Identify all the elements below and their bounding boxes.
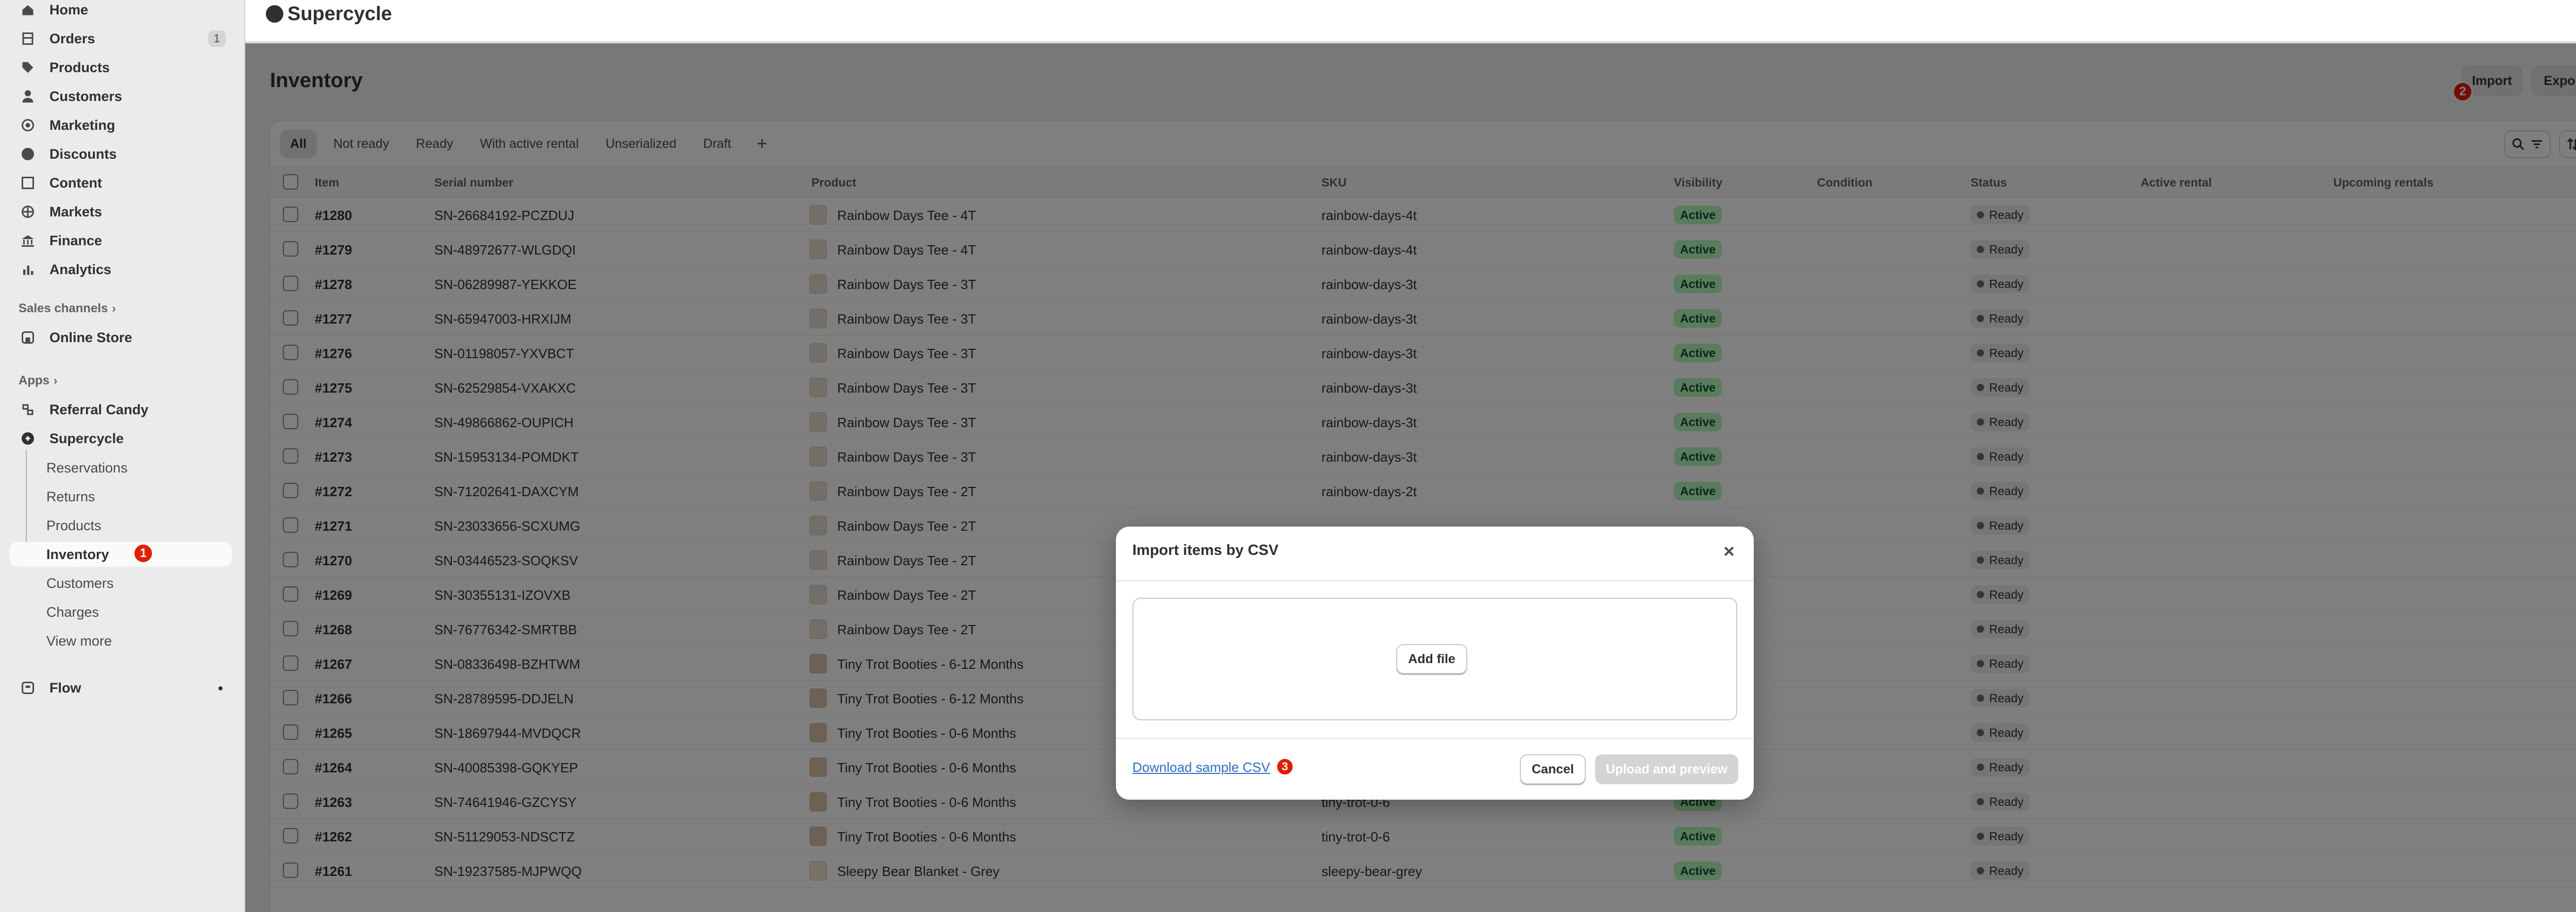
nav-item-label: Marketing xyxy=(49,117,115,133)
add-file-button[interactable]: Add file xyxy=(1396,644,1467,674)
divider xyxy=(1116,738,1754,739)
divider xyxy=(1116,580,1754,581)
nav-item-analytics[interactable]: Analytics xyxy=(9,257,232,282)
nav-item-label: Analytics xyxy=(49,261,112,277)
nav-item-label: Discounts xyxy=(49,146,117,162)
app-title: Supercycle xyxy=(287,3,392,25)
top-bar: Supercycle ••• xyxy=(245,0,2576,42)
sub-item-label: Reservations xyxy=(46,460,128,476)
nav-item-referral-candy[interactable]: Referral Candy xyxy=(9,397,232,423)
chevron-right-icon: › xyxy=(54,374,58,387)
apps-header[interactable]: Apps › xyxy=(19,374,57,388)
nav-item-online-store[interactable]: Online Store xyxy=(9,325,232,350)
close-button[interactable] xyxy=(1719,541,1739,562)
download-sample-csv-link[interactable]: Download sample CSV xyxy=(1132,759,1270,775)
upload-and-preview-button[interactable]: Upload and preview xyxy=(1595,754,1738,784)
nav-item-products[interactable]: Products xyxy=(9,55,232,80)
nav-item-label: Customers xyxy=(49,88,123,104)
nav-item-content[interactable]: Content xyxy=(9,170,232,196)
orders-icon xyxy=(18,28,38,49)
nav-item-customers[interactable]: Customers xyxy=(9,83,232,109)
bar-chart-icon xyxy=(18,259,38,280)
annotation-badge: 1 xyxy=(133,543,154,564)
home-icon xyxy=(18,0,38,20)
sub-item-label: Inventory xyxy=(46,546,109,562)
sub-item-label: Returns xyxy=(46,488,95,504)
sidebar-sub-item-view-more[interactable]: View more xyxy=(9,629,232,653)
nav-item-label: Content xyxy=(49,175,102,191)
sales-channels-label: Sales channels xyxy=(19,301,108,315)
sidebar-sub-item-customers[interactable]: Customers xyxy=(9,571,232,596)
pin-dot-icon[interactable] xyxy=(218,686,223,690)
nav-item-label: Online Store xyxy=(49,329,132,345)
nav-item-markets[interactable]: Markets xyxy=(9,199,232,225)
sidebar-sub-item-returns[interactable]: Returns xyxy=(9,484,232,509)
nav-item-label: Markets xyxy=(49,204,103,219)
import-csv-modal: Import items by CSV Add file Download sa… xyxy=(1116,527,1754,800)
sidebar-sub-item-charges[interactable]: Charges xyxy=(9,600,232,624)
target-icon xyxy=(18,115,38,136)
sidebar: Home Orders 1 Products Customers Marketing Dis… xyxy=(0,0,245,912)
chevron-right-icon: › xyxy=(112,302,116,315)
nav-item-label: Supercycle xyxy=(49,430,124,446)
nav-item-label: Referral Candy xyxy=(49,401,149,417)
content-icon xyxy=(18,173,38,193)
flow-icon xyxy=(18,678,38,698)
sidebar-sub-item-inventory[interactable]: Inventory xyxy=(9,542,232,567)
nav-item-label: Orders xyxy=(49,30,95,46)
nav-item-label: Products xyxy=(49,59,110,75)
sidebar-sub-item-products[interactable]: Products xyxy=(9,513,232,538)
nav-item-supercycle[interactable]: Supercycle xyxy=(9,426,232,451)
nav-item-finance[interactable]: Finance xyxy=(9,228,232,254)
sidebar-sub-item-reservations[interactable]: Reservations xyxy=(9,455,232,480)
close-icon xyxy=(1724,546,1734,556)
sub-item-label: Customers xyxy=(46,575,114,591)
sales-channels-header[interactable]: Sales channels › xyxy=(19,301,116,316)
tag-icon xyxy=(18,57,38,78)
file-dropzone[interactable]: Add file xyxy=(1132,598,1737,720)
nav-item-flow[interactable]: Flow xyxy=(9,675,232,701)
discount-icon xyxy=(18,144,38,164)
referral-candy-icon xyxy=(18,399,38,420)
sub-item-label: Products xyxy=(46,517,101,533)
modal-title: Import items by CSV xyxy=(1132,542,1279,559)
nav-item-discounts[interactable]: Discounts xyxy=(9,141,232,167)
bank-icon xyxy=(18,230,38,251)
cancel-button[interactable]: Cancel xyxy=(1520,754,1586,784)
nav-item-label: Home xyxy=(49,2,89,18)
nav-item-label: Flow xyxy=(49,680,81,696)
sub-item-label: Charges xyxy=(46,604,99,620)
nav-item-home[interactable]: Home xyxy=(9,0,232,23)
nav-item-marketing[interactable]: Marketing xyxy=(9,112,232,138)
supercycle-icon xyxy=(18,428,38,449)
count-badge: 1 xyxy=(208,30,226,47)
nav-item-orders[interactable]: Orders 1 xyxy=(9,26,232,52)
sub-item-label: View more xyxy=(46,633,112,649)
supercycle-logo-icon xyxy=(266,5,283,23)
nav-item-label: Finance xyxy=(49,232,103,248)
apps-label: Apps xyxy=(19,374,49,387)
store-icon xyxy=(18,327,38,348)
globe-icon xyxy=(18,201,38,222)
annotation-badge: 3 xyxy=(1276,757,1294,776)
person-icon xyxy=(18,86,38,107)
